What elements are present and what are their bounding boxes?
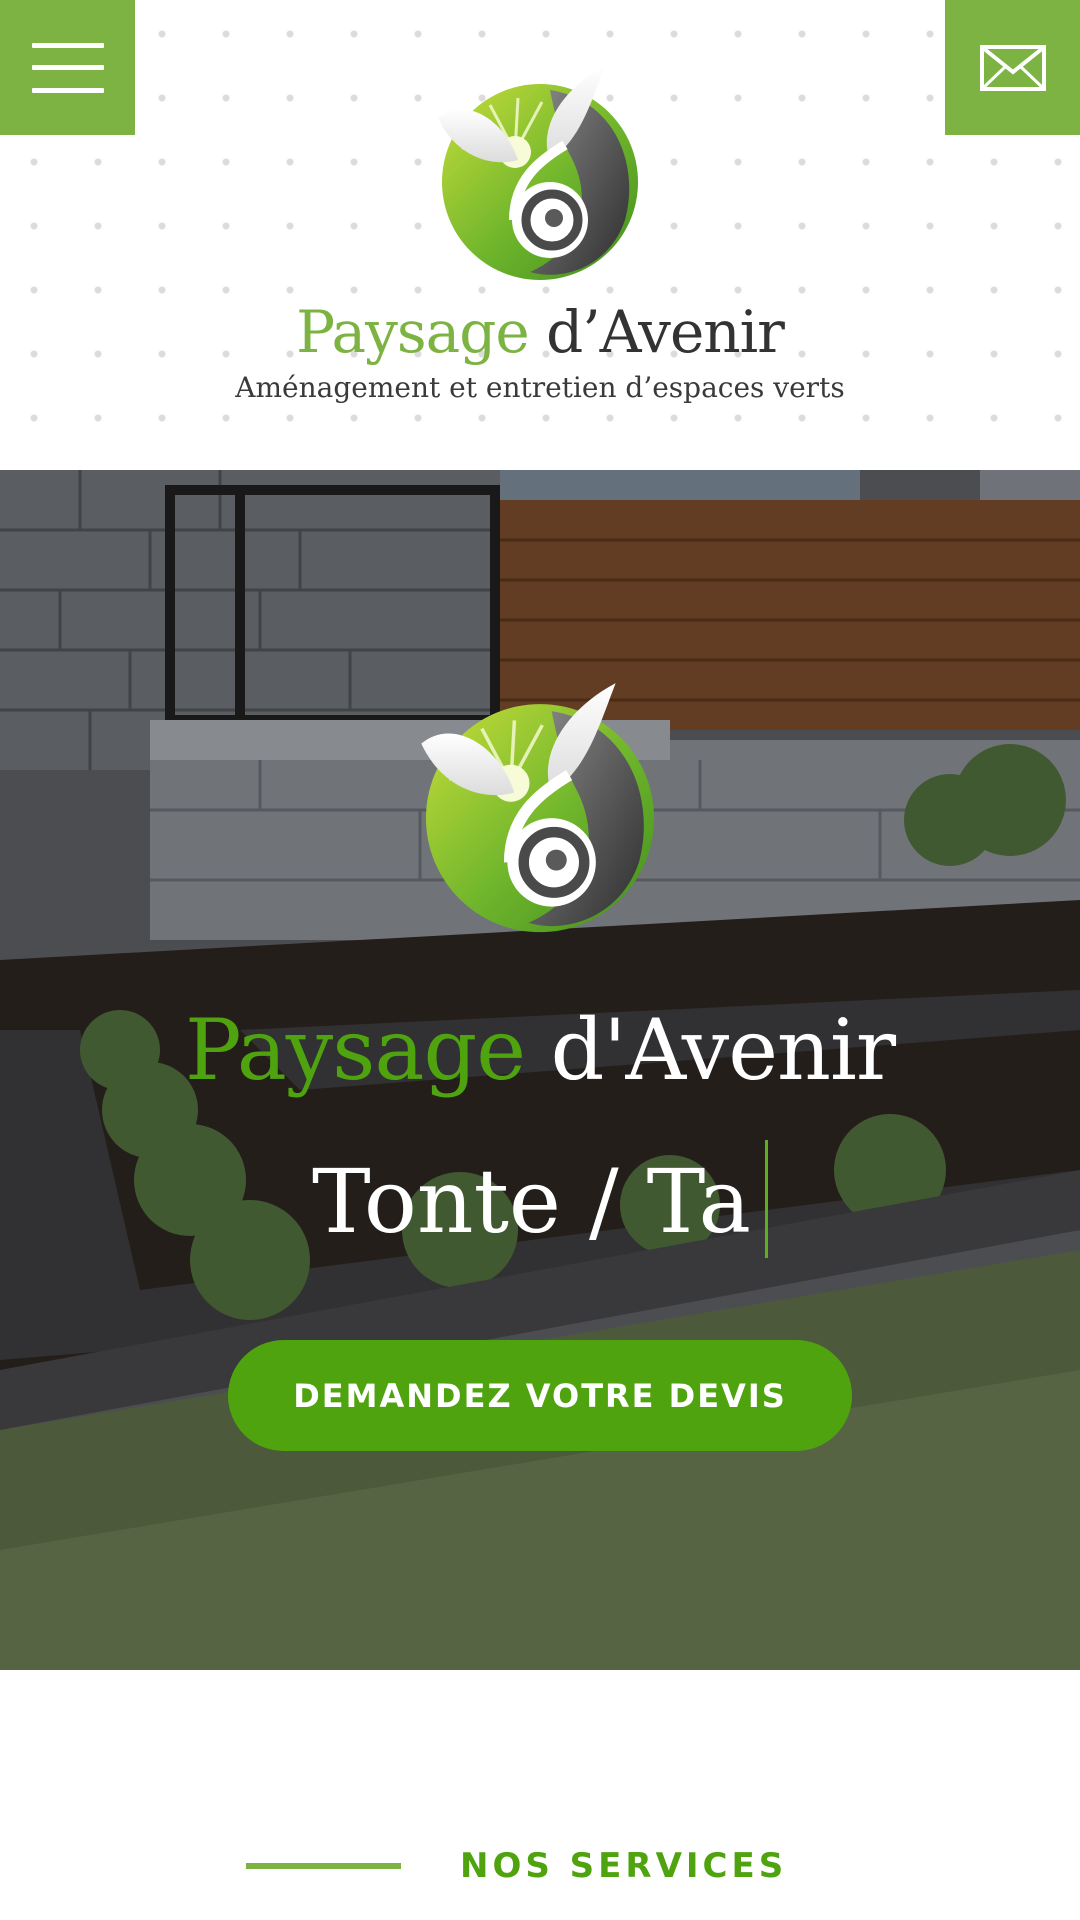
typing-caret	[764, 1140, 768, 1258]
services-section: NOS SERVICES	[0, 1670, 1080, 1920]
hero-brand-white: d'Avenir	[550, 1001, 896, 1099]
leaf-sun-logo-icon	[421, 683, 655, 933]
leaf-sun-logo-icon	[438, 66, 638, 280]
contact-mail-button[interactable]	[945, 0, 1080, 135]
hero-logo-mark	[412, 675, 668, 945]
brand-tagline: Aménagement et entretien d’espaces verts	[235, 371, 845, 404]
menu-button[interactable]	[0, 0, 135, 135]
brand-name-green: Paysage	[296, 298, 530, 366]
logo-mark[interactable]	[430, 60, 650, 290]
hamburger-icon	[31, 42, 104, 93]
section-title-accent-line	[246, 1863, 401, 1869]
brand-name-dark: d’Avenir	[546, 298, 785, 366]
hero-brand-name: Paysage d'Avenir	[0, 1000, 1080, 1100]
typed-service-text: Tonte / Ta	[0, 1140, 1080, 1258]
section-title: NOS SERVICES	[460, 1846, 788, 1886]
hero-section: Paysage d'Avenir Tonte / Ta DEMANDEZ VOT…	[0, 470, 1080, 1670]
envelope-icon	[979, 44, 1046, 91]
brand-name: Paysage d’Avenir	[0, 292, 1080, 372]
typed-text: Tonte / Ta	[312, 1150, 751, 1253]
site-header: Paysage d’Avenir Aménagement et entretie…	[0, 0, 1080, 470]
request-quote-button[interactable]: DEMANDEZ VOTRE DEVIS	[228, 1340, 852, 1451]
hero-brand-green: Paysage	[184, 1001, 526, 1099]
